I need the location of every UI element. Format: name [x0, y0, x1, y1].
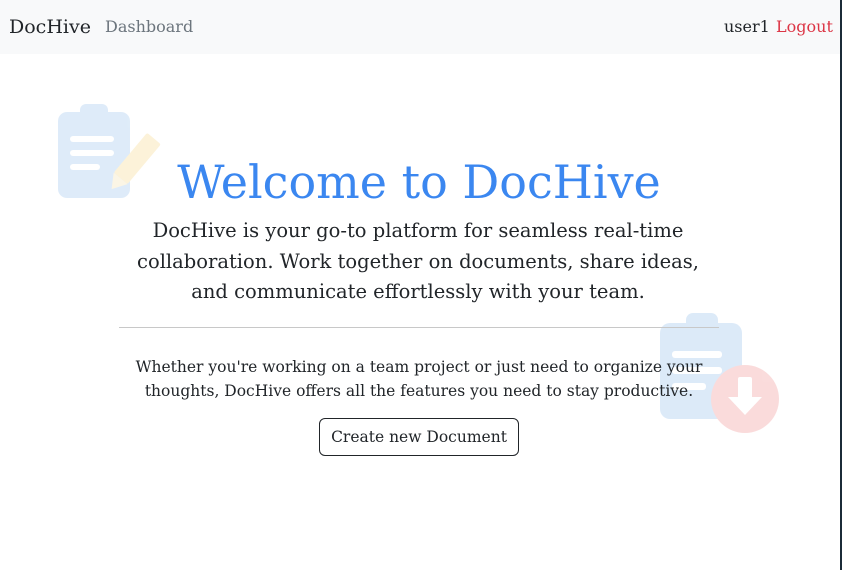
- navbar: DocHive Dashboard user1 Logout: [0, 0, 842, 54]
- nav-link-dashboard[interactable]: Dashboard: [105, 17, 193, 37]
- create-document-button[interactable]: Create new Document: [319, 418, 519, 456]
- divider: [119, 327, 719, 328]
- logout-link[interactable]: Logout: [776, 17, 833, 37]
- nav-username: user1: [724, 17, 770, 36]
- hero-sub-text: Whether you're working on a team project…: [135, 358, 703, 400]
- brand-link[interactable]: DocHive: [9, 15, 91, 39]
- hero-lead-text: DocHive is your go-to platform for seaml…: [137, 219, 699, 303]
- page-title: Welcome to DocHive: [177, 155, 661, 209]
